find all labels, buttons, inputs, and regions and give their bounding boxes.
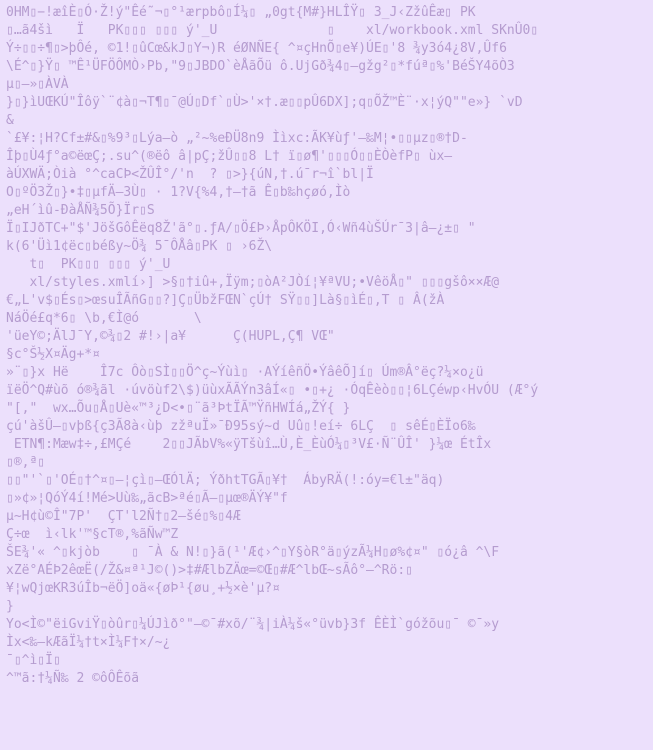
text-line: Ý÷▯▯÷¶▯>þÔé, ©1!▯ûCœ&kJ▯Y¬)R éØNÑE{ ^¤çH… [6, 41, 507, 56]
text-line: "[," wx…Õu▯Å▯Uè«™³¿D<•▯¨ã³ÞtÏÃ™ŸñHWÍá„ŽÝ… [6, 401, 351, 416]
text-line: Ï▯IJðTC+"$'JöšGôÊëq8Ž'ã°▯.ƒA/▯Ö£Þ›ÅpÔKÖI… [6, 221, 476, 236]
text-line: »¨▯}x Hë Î7c Ôò▯SÌ▯▯Ö^ç~Ýùì▯ ·AÝíêñÖ•Ýâê… [6, 365, 484, 380]
text-line: & [6, 113, 14, 128]
text-line: O▯ºÖ3Ž▯}•‡▯µfÄ–3Ù▯ · 1?V{%4,†–†ã Ê▯b‰hçø… [6, 185, 351, 200]
text-line: µ▯–»▯ÀVÀ [6, 77, 69, 92]
text-line: }▯}ìUŒKÚ"Îôÿ`¨¢à▯¬T¶▯¯@Ú▯Df`▯Ù>'×†.æ▯▯pÛ… [6, 95, 523, 110]
text-line: àÚXWÄ;Òià °^caCÞ<ŽÛÎ°/'n ? ▯>}{úN,†.ú¯r¬… [6, 167, 374, 182]
text-line: ETN¶:Mæw‡÷,£MÇé 2▯▯JÃbV%«ÿTšùî…Ù,È_ÈùÓ¼▯… [6, 437, 492, 452]
text-line: ïëÖ^Q#ùõ ó®¾ãl ·úvöùf2\$)üùxÃÃÝn3âÍ«▯ •▯… [6, 383, 539, 398]
text-line: ▯®,ª▯ [6, 455, 46, 470]
text-line: ▯»¢»¦QóÝ4í!Mé>Uù‰„ãcB>ªé▯Ã–▯µœ®ÄÝ¥"f [6, 491, 288, 506]
text-line: ¯▯^ì▯Ï▯ [6, 653, 61, 668]
text-line: `£¥:¦H?Cf±#&▯%9³▯Lýa–ò „²~%eÐÜ8n9 Ììxc:Ã… [6, 131, 468, 146]
raw-binary-text: 0HM▯−!æîÈ▯Ó·Ž!ý"Êé˜¬▯°¹ærpbô▯Í¼▯ „0gt{M#… [0, 0, 653, 688]
text-line: Ìx<‰–kÆãÏ¼†t×Ì¼F†×/~¿ [6, 635, 171, 650]
text-line: çú'àšÛ–▯vþß{ç3Ã8à‹ùþ zžªuÏ»¯Ð95sý~d Uû▯!… [6, 419, 476, 434]
text-line: 'üeY©;ÄlJ¯Y,©¾▯2 #!›|a¥ Ç(HUPL,Ç¶ VŒ" [6, 329, 335, 344]
text-line: µ~H¢ù©Î"7P' ÇT'l2Ñ†▯2–šé▯%▯4Æ [6, 509, 241, 524]
text-line: k(6'Üì1¢ëc▯béßy~Ö¾ 5¯ÔÅâ▯PK ▯ ›6Ž\ [6, 239, 273, 254]
text-line: ▯…ã4šì Ï PK▯▯▯ ▯▯▯ ý'_U ▯ xl/workbook.xm… [6, 23, 539, 38]
text-line: NáÖé£q*6▯ \b,€Ì@ó \ [6, 311, 202, 326]
text-line: Ç÷œ ì‹lk'™§cT®,%ãÑw™Z [6, 527, 179, 542]
text-line: \É^▯}Ÿ▯ ™Ê¹ÜFÖÔMÒ›Pb,"9▯JBDO`èÅãÕü ô.UjG… [6, 59, 515, 74]
text-line: §c°Š½X¤Äg+*¤ [6, 347, 100, 362]
text-line: ^™ã:†¼Ñ‰ 2 ©ôÔÊõã [6, 671, 140, 686]
text-line: €„L'v$▯És▯>œsuÎÃñG▯▯?]Ç▯ÜbžFŒN`çÚ† SŸ▯▯]… [6, 293, 445, 308]
text-line: „eH´ìû-ÐàÅÑ¾5Õ}Ïr▯S [6, 203, 155, 218]
text-line: ▯▯"'`▯'OÉ▯†^¤▯–¦çì▯–ŒÓlÄ; ÝðhtTGÃ▯¥† Áby… [6, 473, 445, 488]
text-line: Îþ▯Ù4ƒ°a©ëœÇ;.su^(®ëô â|pÇ;žÛ▯▯8 L† ï▯ø¶… [6, 149, 453, 164]
raw-file-viewer: 0HM▯−!æîÈ▯Ó·Ž!ý"Êé˜¬▯°¹ærpbô▯Í¼▯ „0gt{M#… [0, 0, 653, 750]
text-line: 0HM▯−!æîÈ▯Ó·Ž!ý"Êé˜¬▯°¹ærpbô▯Í¼▯ „0gt{M#… [6, 5, 476, 20]
text-line: ¥¦wQjœKR3úÎb¬ëÖ]oä«{øÞ¹{øu¸+½×è'µ?¤ [6, 581, 280, 596]
text-line: t▯ PK▯▯▯ ▯▯▯ ý'_U [6, 257, 171, 272]
text-line: } [6, 599, 14, 614]
text-line: Yo<Ì©"ëiGviŸ▯òûr▯¼ÚJìð°"–©¯#xõ/¨¾|iÀ¼š«°… [6, 617, 500, 632]
text-line: xl/styles.xmlí›] >§▯†iû+,Ïÿm;▯òA²JÒí¦¥ªV… [6, 275, 500, 290]
text-line: xZë°AÉÞ2êœË(/Ž&¤ª¹J©()>‡#ÆlbZÄœ=©Œ▯#Æ^lb… [6, 563, 413, 578]
text-line: ŠE¾'« ^▯kjòb ▯ ¯À & N!▯}ã(¹'Æ¢›^▯Y§òR°ä▯… [6, 545, 500, 560]
